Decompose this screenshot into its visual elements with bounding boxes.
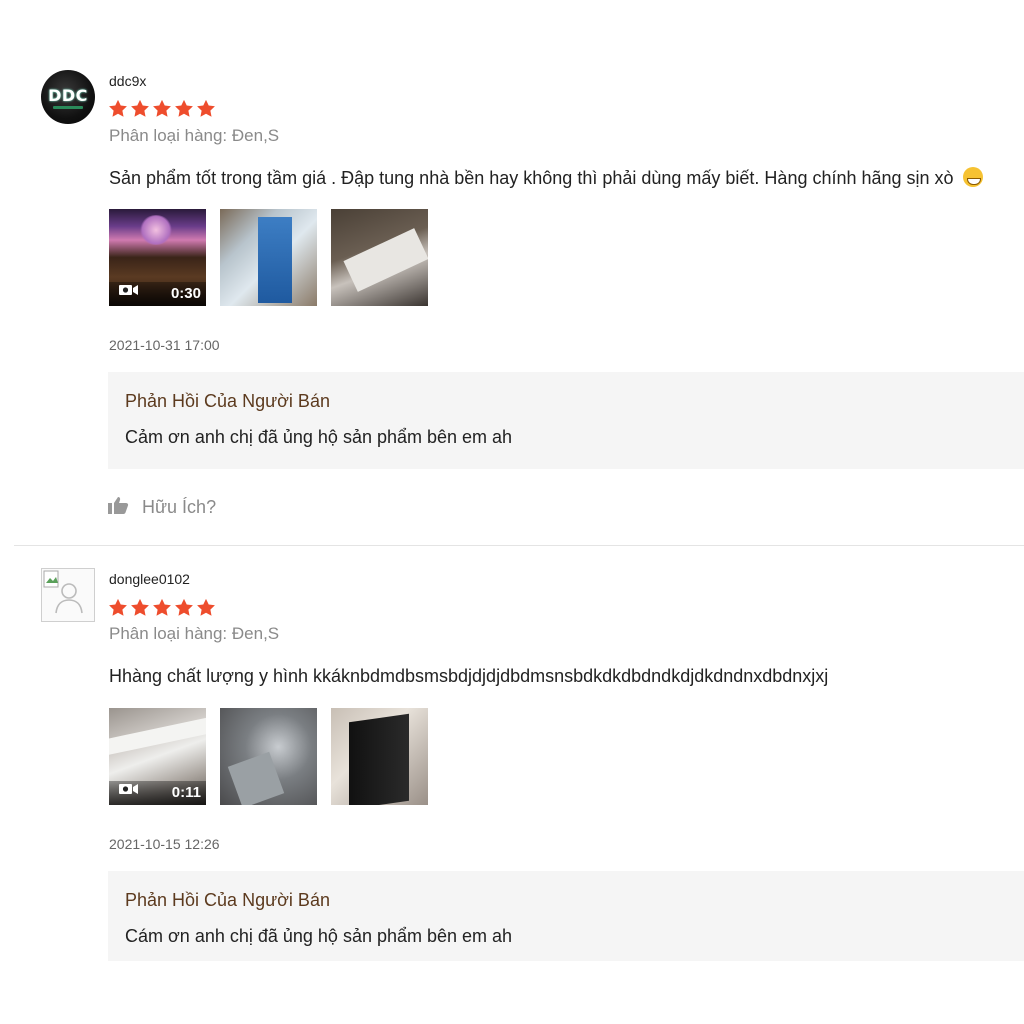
- helpful-button[interactable]: Hữu Ích?: [108, 496, 216, 519]
- seller-reply: Phản Hồi Của Người Bán Cảm ơn anh chị đã…: [108, 372, 1024, 469]
- review-media: 0:11: [109, 708, 428, 805]
- video-duration: 0:11: [171, 784, 201, 801]
- thumbnail-image-detail: [109, 715, 206, 757]
- star-icon: [174, 99, 194, 118]
- grinning-face-icon: [962, 167, 983, 187]
- review-date: 2021-10-15 12:26: [109, 836, 220, 852]
- video-thumbnail[interactable]: 0:30: [109, 209, 206, 306]
- video-thumbnail[interactable]: 0:11: [109, 708, 206, 805]
- thumbnail-image-detail: [343, 228, 428, 292]
- review-media: 0:30: [109, 209, 428, 306]
- product-variation: Phân loại hàng: Đen,S: [109, 126, 280, 145]
- star-rating: [108, 598, 216, 617]
- avatar-logo-bar: [53, 106, 83, 109]
- star-icon: [108, 598, 128, 617]
- image-thumbnail[interactable]: [220, 708, 317, 805]
- avatar[interactable]: [41, 568, 95, 622]
- review-divider: [14, 545, 1024, 546]
- thumbnail-image-detail: [258, 217, 292, 303]
- image-thumbnail[interactable]: [331, 708, 428, 805]
- review-comment: Sản phẩm tốt trong tầm giá . Đập tung nh…: [109, 167, 983, 189]
- star-icon: [152, 99, 172, 118]
- username[interactable]: ddc9x: [109, 73, 146, 89]
- star-icon: [196, 99, 216, 118]
- image-thumbnail[interactable]: [331, 209, 428, 306]
- star-rating: [108, 99, 216, 118]
- review-date: 2021-10-31 17:00: [109, 337, 220, 353]
- thumbnail-image-detail: [227, 751, 285, 805]
- video-duration: 0:30: [170, 285, 201, 302]
- thumbnail-image-detail: [139, 215, 173, 245]
- video-camera-icon: [119, 782, 139, 800]
- thumbs-up-icon: [108, 496, 130, 519]
- review-comment: Hhàng chất lượng y hình kkáknbdmdbsmsbdj…: [109, 666, 829, 686]
- thumbnail-image-detail: [349, 713, 409, 805]
- video-camera-icon: [119, 283, 139, 301]
- avatar[interactable]: DDC: [41, 70, 95, 124]
- star-icon: [152, 598, 172, 617]
- seller-reply: Phản Hồi Của Người Bán Cám ơn anh chị đã…: [108, 871, 1024, 961]
- star-icon: [196, 598, 216, 617]
- review-comment-text: Sản phẩm tốt trong tầm giá . Đập tung nh…: [109, 168, 954, 188]
- seller-reply-text: Cám ơn anh chị đã ủng hộ sản phẩm bên em…: [125, 926, 513, 946]
- image-thumbnail[interactable]: [220, 209, 317, 306]
- username[interactable]: donglee0102: [109, 571, 190, 587]
- star-icon: [130, 99, 150, 118]
- helpful-label: Hữu Ích?: [142, 497, 217, 517]
- star-icon: [130, 598, 150, 617]
- star-icon: [174, 598, 194, 617]
- seller-reply-title: Phản Hồi Của Người Bán: [125, 890, 330, 910]
- seller-reply-text: Cảm ơn anh chị đã ủng hộ sản phẩm bên em…: [125, 427, 513, 447]
- seller-reply-title: Phản Hồi Của Người Bán: [125, 391, 330, 411]
- product-variation: Phân loại hàng: Đen,S: [109, 624, 280, 643]
- avatar-logo-text: DDC: [48, 86, 88, 105]
- broken-image-icon: [43, 570, 83, 614]
- star-icon: [108, 99, 128, 118]
- product-reviews: DDC ddc9x Phân loại hàng: Đen,S Sản phẩm…: [0, 0, 1024, 1024]
